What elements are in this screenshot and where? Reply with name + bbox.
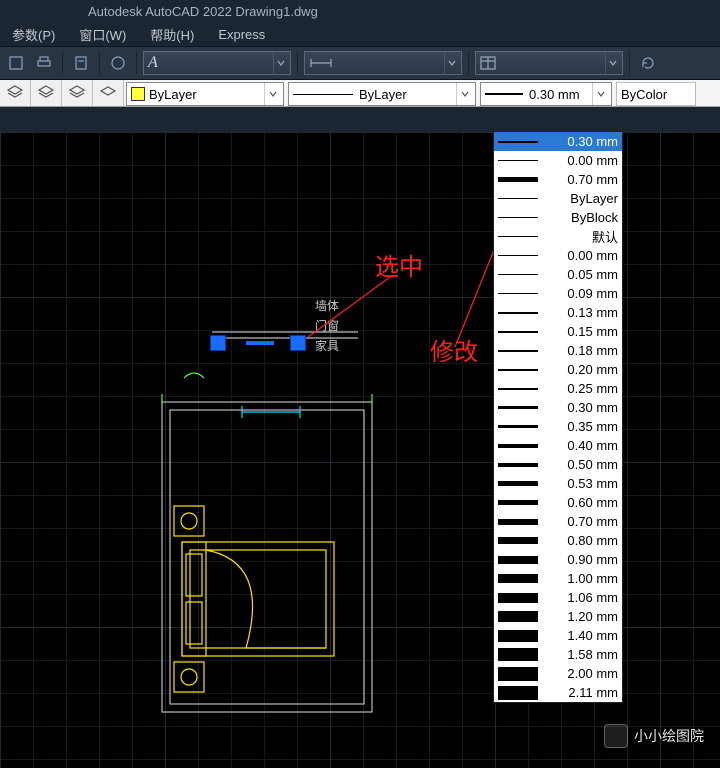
tablestyle-dropdown[interactable] xyxy=(475,51,623,75)
app-title: Autodesk AutoCAD 2022 Drawing1.dwg xyxy=(88,4,318,19)
lineweight-option[interactable]: 1.06 mm xyxy=(494,588,622,607)
layers-icon[interactable] xyxy=(0,80,31,106)
plotstyle-dropdown[interactable]: ByColor xyxy=(616,82,696,106)
lineweight-option[interactable]: 0.00 mm xyxy=(494,246,622,265)
lineweight-option[interactable]: 1.20 mm xyxy=(494,607,622,626)
linetype-label: ByLayer xyxy=(359,87,407,102)
grip-start[interactable] xyxy=(210,335,226,351)
lineweight-option[interactable]: 0.18 mm xyxy=(494,341,622,360)
dimstyle-dropdown[interactable] xyxy=(304,51,462,75)
chevron-down-icon xyxy=(592,83,609,105)
color-label: ByLayer xyxy=(149,87,197,102)
chevron-down-icon xyxy=(456,83,473,105)
help-icon[interactable]: ? xyxy=(106,51,130,75)
grip-end[interactable] xyxy=(290,335,306,351)
lineweight-option[interactable]: 0.05 mm xyxy=(494,265,622,284)
lineweight-option[interactable]: 0.00 mm xyxy=(494,151,622,170)
lineweight-option[interactable]: 0.60 mm xyxy=(494,493,622,512)
lineweight-option[interactable]: ByBlock xyxy=(494,208,622,227)
annotation-modify: 修改 xyxy=(430,332,478,367)
plotstyle-label: ByColor xyxy=(621,87,667,102)
layers2-icon[interactable] xyxy=(31,80,62,106)
lineweight-option[interactable]: 0.40 mm xyxy=(494,436,622,455)
textstyle-dropdown[interactable]: A xyxy=(143,51,291,75)
watermark: 小小绘图院 xyxy=(604,724,704,748)
save-icon[interactable] xyxy=(4,51,28,75)
lineweight-option[interactable]: 0.90 mm xyxy=(494,550,622,569)
lineweight-label: 0.30 mm xyxy=(529,87,580,102)
lineweight-option[interactable]: 0.13 mm xyxy=(494,303,622,322)
lineweight-option[interactable]: 1.40 mm xyxy=(494,626,622,645)
wechat-icon xyxy=(604,724,628,748)
layer-label-door: 门窗 xyxy=(315,317,339,334)
lineweight-option[interactable]: 默认 xyxy=(494,227,622,246)
annotation-select: 选中 xyxy=(375,247,423,282)
lineweight-option[interactable]: 0.53 mm xyxy=(494,474,622,493)
linetype-dropdown[interactable]: ByLayer xyxy=(288,82,476,106)
lineweight-option[interactable]: 0.80 mm xyxy=(494,531,622,550)
lineweight-option[interactable]: 0.30 mm xyxy=(494,132,622,151)
menu-help[interactable]: 帮助(H) xyxy=(150,25,194,44)
lineweight-option[interactable]: ByLayer xyxy=(494,189,622,208)
lineweight-option[interactable]: 0.15 mm xyxy=(494,322,622,341)
lineweight-option[interactable]: 0.25 mm xyxy=(494,379,622,398)
calc-icon[interactable] xyxy=(69,51,93,75)
lineweight-option[interactable]: 0.70 mm xyxy=(494,512,622,531)
layers3-icon[interactable] xyxy=(62,80,93,106)
lineweight-option[interactable]: 1.58 mm xyxy=(494,645,622,664)
layers4-icon[interactable] xyxy=(93,80,124,106)
properties-bar: ByLayer ByLayer 0.30 mm ByColor xyxy=(0,80,720,107)
lineweight-option[interactable]: 0.50 mm xyxy=(494,455,622,474)
lineweight-option[interactable]: 2.11 mm xyxy=(494,683,622,702)
plot-icon[interactable] xyxy=(32,51,56,75)
lineweight-dropdown[interactable]: 0.30 mm xyxy=(480,82,612,106)
lineweight-option[interactable]: 0.30 mm xyxy=(494,398,622,417)
chevron-down-icon xyxy=(444,52,459,74)
menu-express[interactable]: Express xyxy=(218,27,265,42)
chevron-down-icon xyxy=(273,52,288,74)
lineweight-options-list[interactable]: 0.30 mm0.00 mm0.70 mmByLayerByBlock默认0.0… xyxy=(493,131,623,703)
selected-object[interactable] xyxy=(246,341,274,345)
menu-bar: 参数(P) 窗口(W) 帮助(H) Express xyxy=(0,22,720,47)
color-dropdown[interactable]: ByLayer xyxy=(126,82,284,106)
lineweight-option[interactable]: 0.09 mm xyxy=(494,284,622,303)
lineweight-option[interactable]: 0.70 mm xyxy=(494,170,622,189)
layer-label-wall: 墙体 xyxy=(315,297,339,314)
chevron-down-icon xyxy=(605,52,620,74)
lineweight-option[interactable]: 0.20 mm xyxy=(494,360,622,379)
lineweight-option[interactable]: 0.35 mm xyxy=(494,417,622,436)
layer-label-furn: 家具 xyxy=(315,337,339,354)
lineweight-option[interactable]: 2.00 mm xyxy=(494,664,622,683)
menu-window[interactable]: 窗口(W) xyxy=(79,25,126,44)
watermark-text: 小小绘图院 xyxy=(634,726,704,746)
chevron-down-icon xyxy=(264,83,281,105)
title-bar: Autodesk AutoCAD 2022 Drawing1.dwg xyxy=(0,0,720,22)
menu-params[interactable]: 参数(P) xyxy=(12,25,55,44)
refresh-icon[interactable] xyxy=(636,51,660,75)
toolbar-1: ? A xyxy=(0,47,720,80)
color-swatch xyxy=(131,87,145,101)
lineweight-option[interactable]: 1.00 mm xyxy=(494,569,622,588)
